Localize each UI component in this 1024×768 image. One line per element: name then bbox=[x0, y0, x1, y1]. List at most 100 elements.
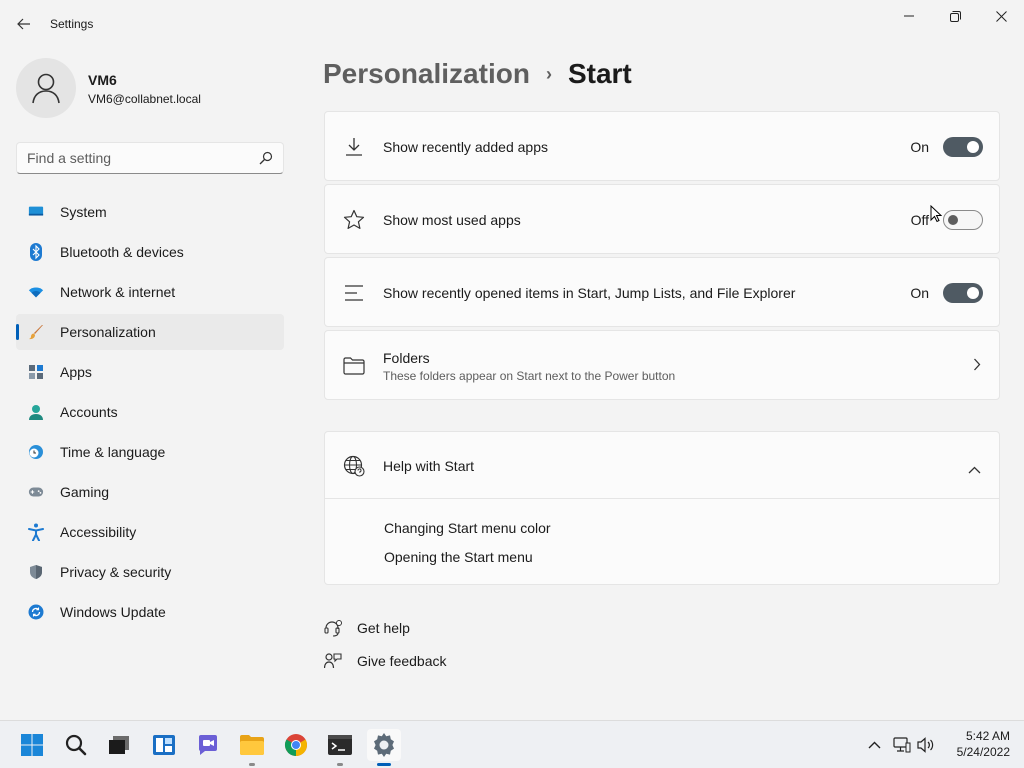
chrome-button[interactable] bbox=[279, 729, 313, 761]
setting-recently-opened-items: Show recently opened items in Start, Jum… bbox=[324, 257, 1000, 327]
update-icon bbox=[28, 604, 44, 620]
sidebar-item-label: Time & language bbox=[60, 444, 166, 460]
sidebar-item-label: Accounts bbox=[60, 404, 118, 420]
sidebar-item-label: Gaming bbox=[60, 484, 110, 500]
breadcrumb: Personalization › Start bbox=[323, 58, 632, 90]
sidebar-item-windows-update[interactable]: Windows Update bbox=[16, 594, 284, 630]
widgets-button[interactable] bbox=[147, 729, 181, 761]
file-explorer-button[interactable] bbox=[235, 729, 269, 766]
give-feedback-link[interactable]: Give feedback bbox=[324, 650, 447, 672]
chevron-right-icon bbox=[973, 358, 981, 374]
sidebar-item-accessibility[interactable]: Accessibility bbox=[16, 514, 284, 550]
chevron-up-icon bbox=[868, 741, 880, 749]
settings-icon bbox=[374, 733, 394, 757]
taskbar-search-button[interactable] bbox=[59, 729, 93, 761]
recently-added-apps-toggle[interactable] bbox=[943, 137, 983, 157]
volume-tray-button[interactable] bbox=[916, 735, 936, 755]
help-header[interactable]: Help with Start bbox=[325, 432, 999, 499]
sidebar-item-accounts[interactable]: Accounts bbox=[16, 394, 284, 430]
user-email: VM6@collabnet.local bbox=[88, 92, 201, 106]
window-title: Settings bbox=[50, 17, 94, 31]
toggle-knob bbox=[967, 287, 979, 299]
search-box bbox=[16, 142, 284, 174]
recently-opened-items-toggle[interactable] bbox=[943, 283, 983, 303]
file-explorer-icon bbox=[240, 735, 264, 755]
sidebar-item-apps[interactable]: Apps bbox=[16, 354, 284, 390]
close-button[interactable] bbox=[978, 0, 1024, 32]
sidebar-item-label: System bbox=[60, 204, 107, 220]
back-button[interactable] bbox=[12, 10, 36, 38]
help-section: Help with Start Changing Start menu colo… bbox=[324, 431, 1000, 585]
accessibility-icon bbox=[28, 523, 44, 541]
running-indicator bbox=[249, 763, 255, 766]
minimize-icon bbox=[904, 15, 914, 17]
avatar[interactable] bbox=[16, 58, 76, 118]
sidebar-item-label: Windows Update bbox=[60, 604, 166, 620]
list-icon bbox=[343, 282, 365, 304]
terminal-button[interactable] bbox=[323, 729, 357, 766]
teams-chat-button[interactable] bbox=[191, 729, 225, 761]
download-icon bbox=[343, 136, 365, 158]
sidebar-item-system[interactable]: System bbox=[16, 194, 284, 230]
brush-icon bbox=[28, 324, 44, 340]
chevron-up-icon[interactable] bbox=[968, 461, 981, 477]
get-help-label: Get help bbox=[357, 620, 410, 636]
settings-taskbar-button[interactable] bbox=[367, 729, 401, 766]
minimize-button[interactable] bbox=[886, 0, 932, 32]
network-icon bbox=[893, 737, 911, 753]
setting-label: Folders bbox=[383, 350, 430, 366]
sidebar-item-label: Apps bbox=[60, 364, 92, 380]
setting-description: These folders appear on Start next to th… bbox=[383, 369, 676, 383]
toggle-knob bbox=[948, 215, 958, 225]
toggle-knob bbox=[967, 141, 979, 153]
network-tray-button[interactable] bbox=[892, 735, 912, 755]
toggle-state-text: Off bbox=[910, 212, 929, 228]
sidebar-item-label: Network & internet bbox=[60, 284, 176, 300]
back-arrow-icon bbox=[17, 18, 30, 30]
bluetooth-icon bbox=[28, 243, 44, 261]
help-link-opening-start-menu[interactable]: Opening the Start menu bbox=[384, 549, 533, 565]
clock-globe-icon bbox=[28, 444, 44, 460]
folders-setting[interactable]: Folders These folders appear on Start ne… bbox=[324, 330, 1000, 400]
folder-icon bbox=[343, 355, 365, 377]
restore-button[interactable] bbox=[932, 0, 978, 32]
sidebar-nav: System Bluetooth & devices Network & int… bbox=[16, 194, 284, 634]
title-bar: Settings bbox=[0, 0, 1024, 48]
sidebar-item-label: Privacy & security bbox=[60, 564, 172, 580]
taskbar bbox=[0, 720, 1024, 768]
clock-date: 5/24/2022 bbox=[956, 745, 1010, 759]
sidebar-item-personalization[interactable]: Personalization bbox=[16, 314, 284, 350]
taskbar-clock[interactable]: 5:42 AM 5/24/2022 bbox=[944, 728, 1010, 760]
search-input[interactable] bbox=[17, 143, 247, 173]
task-view-button[interactable] bbox=[102, 729, 136, 761]
setting-label: Show most used apps bbox=[383, 212, 521, 228]
page-title: Start bbox=[567, 58, 632, 89]
breadcrumb-parent[interactable]: Personalization bbox=[323, 58, 530, 90]
start-button[interactable] bbox=[15, 729, 49, 761]
wifi-icon bbox=[28, 284, 44, 300]
sidebar-item-privacy-security[interactable]: Privacy & security bbox=[16, 554, 284, 590]
feedback-icon bbox=[324, 652, 342, 670]
widgets-icon bbox=[153, 735, 175, 755]
sidebar-item-time-language[interactable]: Time & language bbox=[16, 434, 284, 470]
sidebar-item-gaming[interactable]: Gaming bbox=[16, 474, 284, 510]
show-hidden-icons-button[interactable] bbox=[864, 735, 884, 755]
give-feedback-label: Give feedback bbox=[357, 653, 447, 669]
help-link-start-menu-color[interactable]: Changing Start menu color bbox=[384, 520, 551, 536]
sidebar-item-network[interactable]: Network & internet bbox=[16, 274, 284, 310]
search-icon bbox=[65, 734, 87, 756]
restore-icon bbox=[949, 10, 961, 22]
sidebar-item-bluetooth[interactable]: Bluetooth & devices bbox=[16, 234, 284, 270]
get-help-link[interactable]: Get help bbox=[324, 617, 410, 639]
user-icon bbox=[32, 73, 60, 104]
most-used-apps-toggle[interactable] bbox=[943, 210, 983, 230]
close-icon bbox=[995, 10, 1007, 22]
task-view-icon bbox=[109, 736, 129, 754]
search-icon[interactable] bbox=[259, 151, 273, 168]
help-title: Help with Start bbox=[383, 458, 475, 474]
star-icon bbox=[343, 209, 365, 231]
system-icon bbox=[28, 204, 44, 220]
toggle-state-text: On bbox=[910, 139, 929, 155]
sidebar-item-label: Personalization bbox=[60, 324, 156, 340]
setting-most-used-apps: Show most used apps Off bbox=[324, 184, 1000, 254]
